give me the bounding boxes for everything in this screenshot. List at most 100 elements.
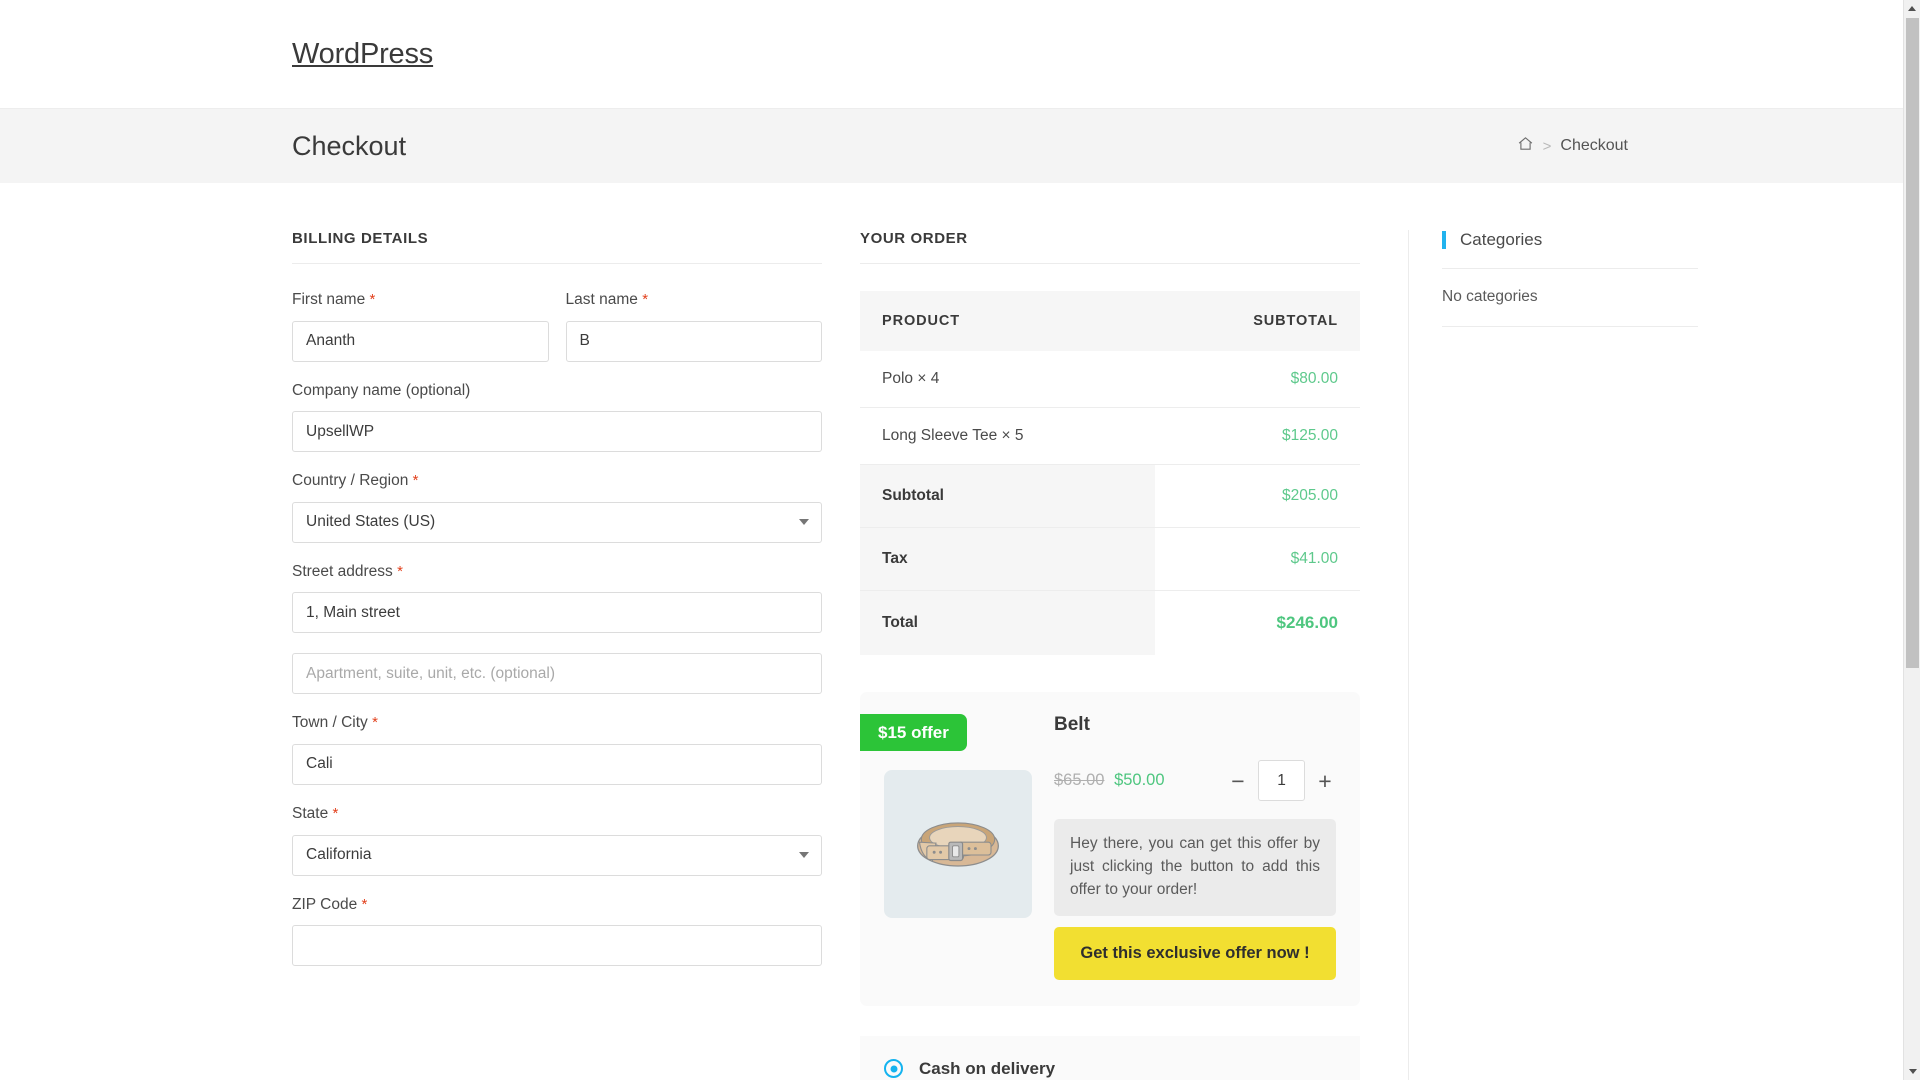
offer-product-name: Belt [1054, 714, 1090, 735]
required-marker: * [361, 895, 368, 913]
sidebar-item-no-categories: No categories [1442, 288, 1698, 327]
tax-amount: $41.00 [1155, 527, 1360, 591]
item-qty: × 5 [1001, 427, 1024, 444]
your-order-section: YOUR ORDER PRODUCT SUBTOTAL Polo × 4 $80… [860, 230, 1360, 1080]
town-city-field: Town / City * [292, 714, 822, 785]
item-name: Polo [882, 370, 914, 387]
apartment-field [292, 653, 822, 695]
order-item-name-0: Polo × 4 [860, 351, 1156, 408]
page-scrollbar[interactable] [1903, 0, 1920, 1080]
quantity-increase-button[interactable]: + [1314, 769, 1336, 792]
subtotal-amount: $205.00 [1155, 464, 1360, 528]
breadcrumb: > Checkout [1517, 135, 1628, 157]
site-title[interactable]: WordPress [292, 38, 433, 71]
state-label-text: State [292, 804, 329, 822]
payment-method-label[interactable]: Cash on delivery [919, 1059, 1055, 1079]
last-name-field: Last name * [565, 291, 823, 362]
country-region-select-wrap [292, 501, 822, 543]
checkout-page: WordPress Checkout > Checkout BILLING DE… [0, 0, 1920, 1080]
table-row-total: Total $246.00 [860, 590, 1360, 655]
offer-prices: $65.00 $50.00 [1054, 771, 1165, 790]
state-field: State * [292, 805, 822, 876]
page-title: Checkout [292, 130, 407, 161]
table-row-tax: Tax $41.00 [860, 527, 1360, 591]
country-region-field: Country / Region * [292, 472, 822, 543]
upsell-offer-card: $15 offer Belt $65.00 $50.00 − 1 + Hey t… [860, 692, 1360, 1006]
order-table-head: PRODUCT SUBTOTAL [860, 291, 1360, 351]
column-subtotal: SUBTOTAL [1155, 291, 1360, 351]
belt-icon [917, 822, 999, 867]
scroll-up-arrow-icon[interactable] [1904, 0, 1920, 17]
first-name-field: First name * [292, 291, 549, 362]
offer-discount-badge: $15 offer [860, 714, 967, 752]
street-address-input[interactable] [292, 592, 822, 634]
company-name-input[interactable] [292, 411, 822, 453]
first-name-input[interactable] [292, 320, 549, 362]
offer-details: Belt $65.00 $50.00 − + Hey there, you ca… [1054, 714, 1336, 980]
scrollbar-thumb[interactable] [1906, 18, 1919, 668]
state-select[interactable] [292, 834, 822, 876]
order-table-body: Polo × 4 $80.00 Long Sleeve Tee × 5 $125… [860, 351, 1360, 655]
last-name-label-text: Last name [565, 291, 638, 308]
order-table-header-row: PRODUCT SUBTOTAL [860, 291, 1360, 351]
page-title-bar: Checkout > Checkout [0, 109, 1920, 183]
order-item-amount-0: $80.00 [1155, 351, 1360, 408]
zip-code-field: ZIP Code * [292, 896, 822, 967]
street-address-label: Street address * [292, 563, 822, 582]
item-name: Long Sleeve Tee [882, 427, 998, 444]
home-icon[interactable] [1517, 135, 1534, 157]
company-name-field: Company name (optional) [292, 382, 822, 453]
belt-image [884, 770, 1032, 918]
accept-offer-button[interactable]: Get this exclusive offer now ! [1054, 926, 1336, 980]
country-region-label-text: Country / Region [292, 472, 409, 490]
state-label: State * [292, 805, 822, 824]
last-name-input[interactable] [565, 320, 822, 362]
street-address-field: Street address * [292, 563, 822, 634]
sidebar: Categories No categories [1408, 230, 1698, 1080]
offer-price-original: $65.00 [1054, 771, 1105, 789]
zip-code-label-text: ZIP Code [292, 895, 358, 913]
total-label: Total [860, 590, 1156, 655]
zip-code-input[interactable] [292, 925, 822, 967]
tax-label: Tax [860, 527, 1156, 591]
first-name-label-text: First name [292, 291, 366, 308]
order-review-table: PRODUCT SUBTOTAL Polo × 4 $80.00 Long Sl… [860, 291, 1360, 655]
required-marker: * [372, 714, 378, 732]
first-name-label: First name * [292, 291, 549, 310]
name-field-row: First name * Last name * [292, 291, 822, 362]
site-header: WordPress [0, 0, 1920, 109]
order-item-name-1: Long Sleeve Tee × 5 [860, 407, 1156, 465]
breadcrumb-separator: > [1542, 137, 1552, 155]
required-marker: * [369, 291, 376, 308]
last-name-label: Last name * [566, 291, 823, 310]
billing-details-section: BILLING DETAILS First name * Last name * [292, 230, 822, 1080]
scroll-down-arrow-icon[interactable] [1904, 1063, 1920, 1080]
offer-message: Hey there, you can get this offer by jus… [1054, 819, 1336, 916]
required-marker: * [397, 562, 403, 580]
main-content: BILLING DETAILS First name * Last name * [0, 183, 1920, 1080]
order-heading: YOUR ORDER [860, 230, 1360, 264]
table-row-subtotal: Subtotal $205.00 [860, 464, 1360, 528]
total-amount: $246.00 [1155, 590, 1360, 655]
street-address-label-text: Street address [292, 562, 393, 580]
widget-title-categories: Categories [1442, 230, 1698, 269]
quantity-decrease-button[interactable]: − [1227, 769, 1249, 792]
offer-price-row: $65.00 $50.00 − + [1054, 760, 1336, 801]
payment-methods: Cash on delivery [860, 1035, 1360, 1080]
town-city-label-text: Town / City [292, 714, 368, 732]
town-city-input[interactable] [292, 743, 822, 785]
state-select-wrap [292, 834, 822, 876]
table-row: Polo × 4 $80.00 [860, 351, 1360, 408]
subtotal-label: Subtotal [860, 464, 1156, 528]
company-name-label: Company name (optional) [292, 381, 471, 399]
required-marker: * [642, 291, 649, 308]
billing-heading: BILLING DETAILS [292, 230, 822, 264]
town-city-label: Town / City * [292, 714, 822, 733]
country-region-select[interactable] [292, 501, 822, 543]
radio-cash-on-delivery[interactable] [884, 1059, 903, 1079]
quantity-input[interactable] [1258, 760, 1305, 801]
required-marker: * [412, 472, 419, 490]
apartment-input[interactable] [292, 653, 822, 695]
table-row: Long Sleeve Tee × 5 $125.00 [860, 407, 1360, 465]
breadcrumb-current: Checkout [1560, 137, 1628, 154]
